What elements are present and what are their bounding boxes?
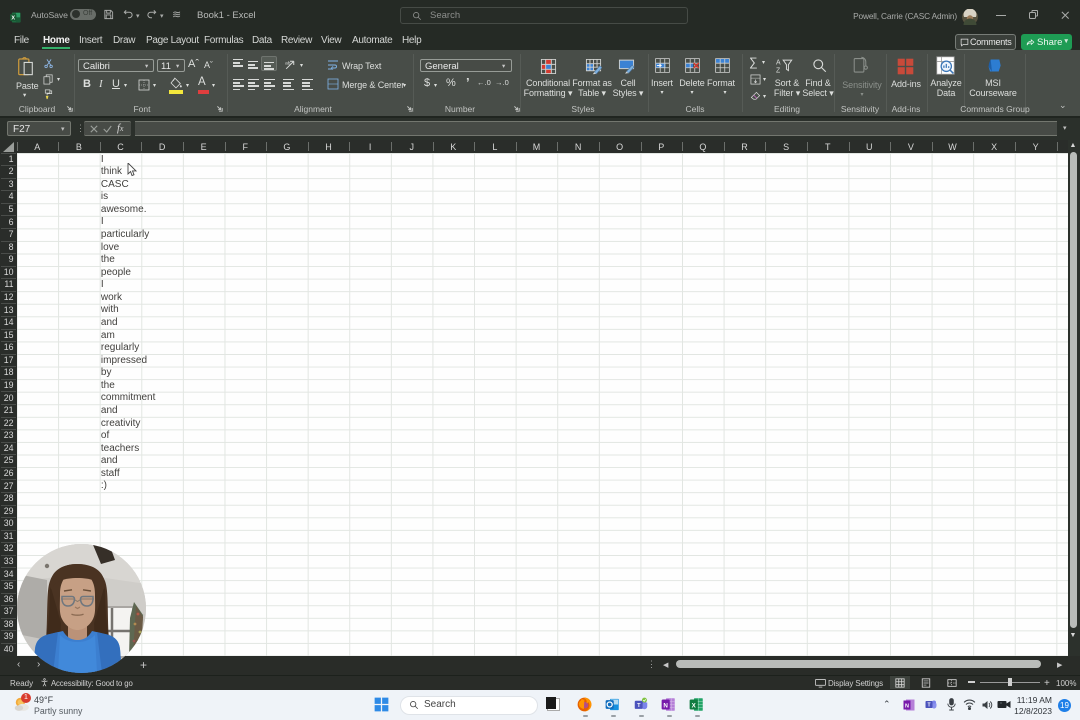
svg-text:N: N bbox=[905, 703, 909, 709]
svg-text:A: A bbox=[776, 60, 781, 67]
svg-text:X: X bbox=[11, 15, 15, 21]
svg-text:ab: ab bbox=[285, 61, 291, 67]
svg-text:T: T bbox=[927, 703, 930, 709]
svg-text:T: T bbox=[637, 703, 641, 709]
svg-text:N: N bbox=[663, 702, 668, 709]
svg-text:Z: Z bbox=[776, 68, 780, 74]
